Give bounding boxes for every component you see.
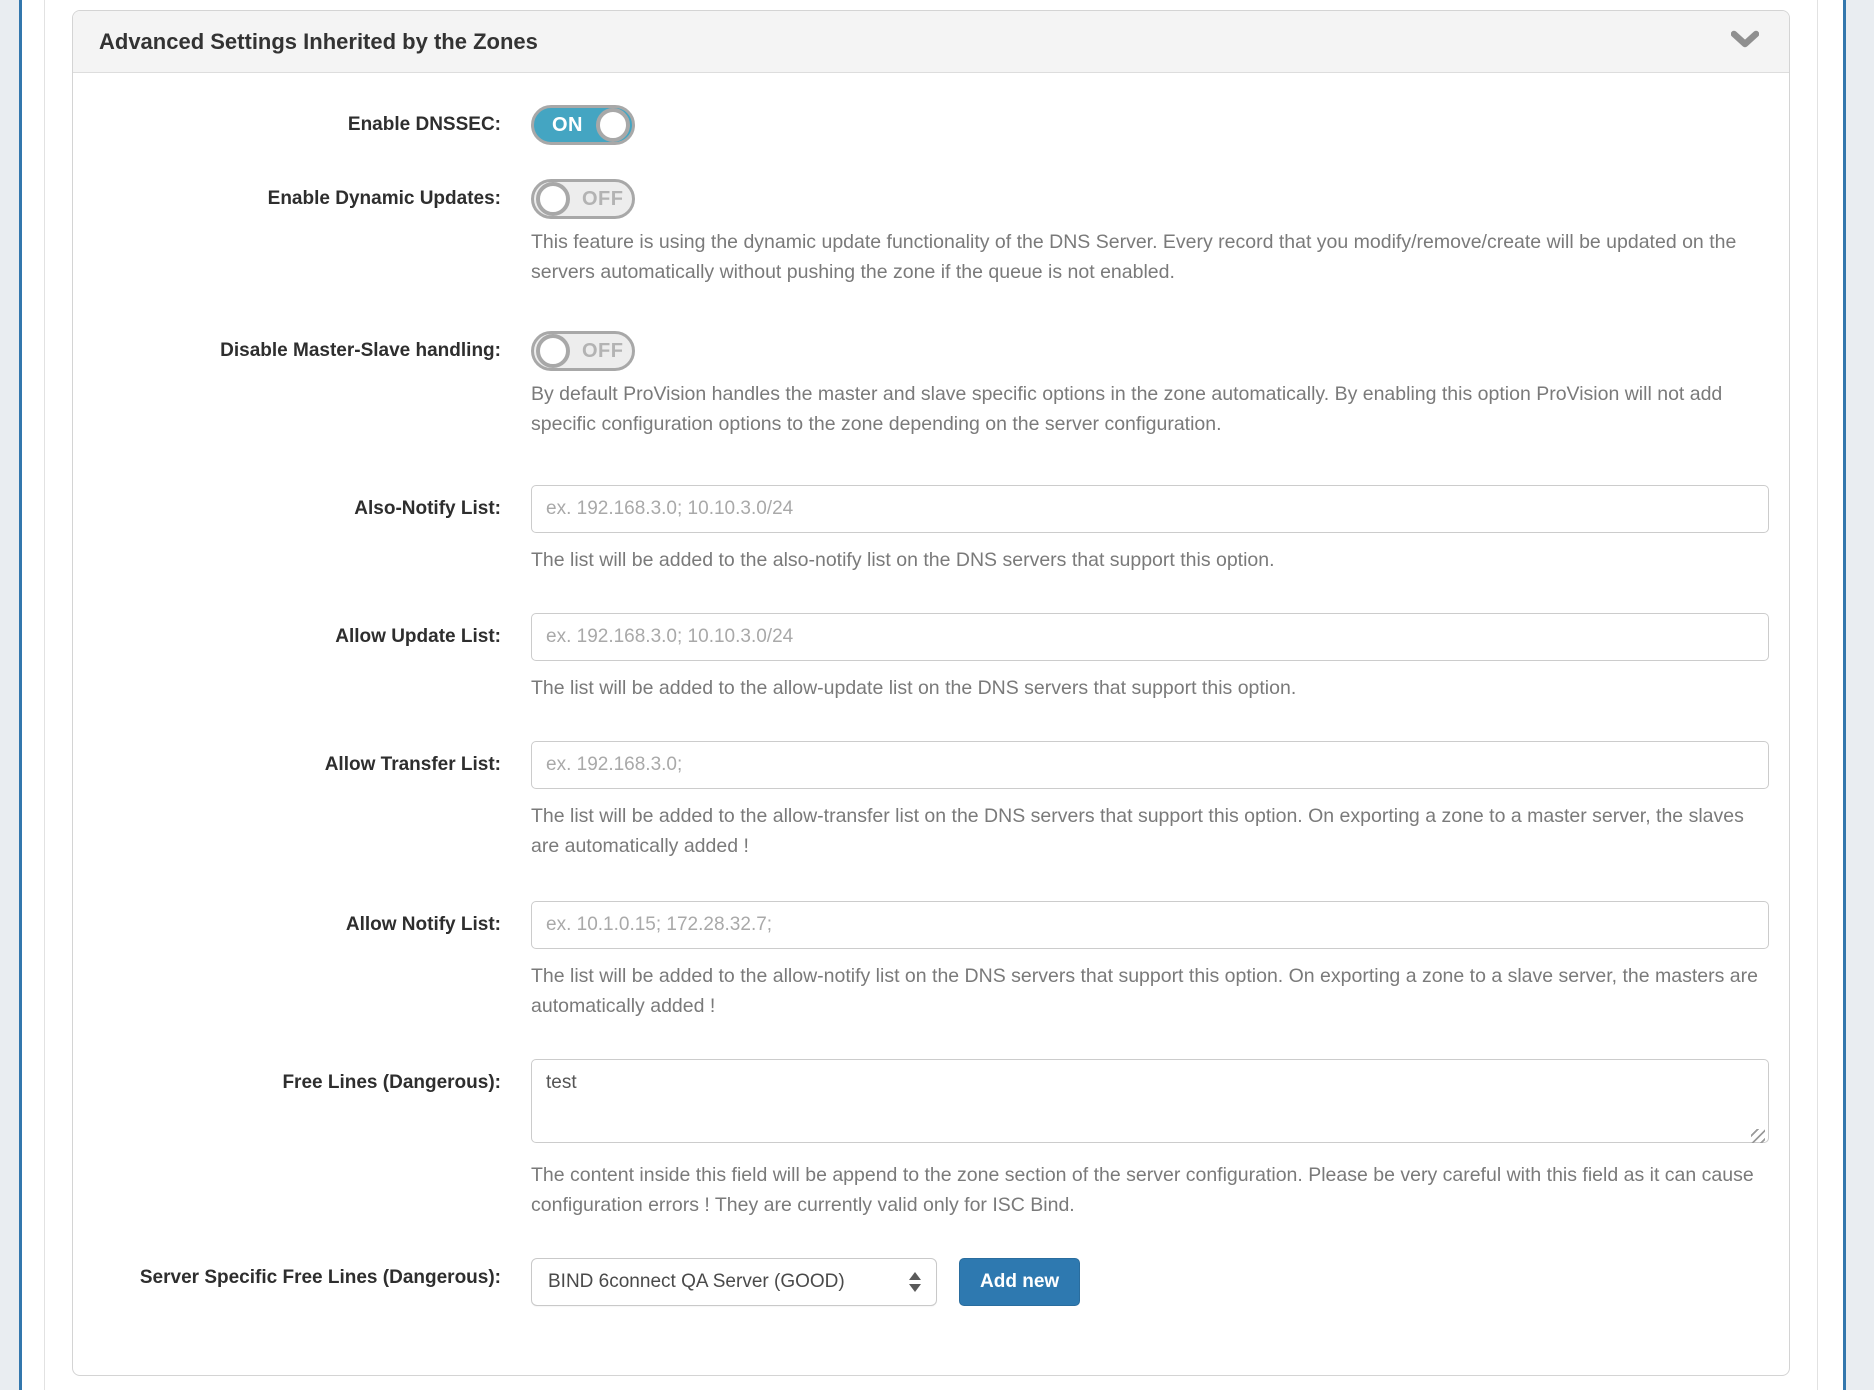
field-help-text: The list will be added to the allow-tran…: [531, 801, 1769, 861]
panel-body: Enable DNSSEC: ON Enable Dynamic Updates…: [73, 105, 1789, 1306]
field-row-allow-transfer-list: Allow Transfer List: The list will be ad…: [93, 741, 1769, 861]
field-label: Enable DNSSEC:: [93, 105, 501, 145]
field-help-text: This feature is using the dynamic update…: [531, 227, 1769, 287]
panel-header: Advanced Settings Inherited by the Zones: [73, 11, 1789, 73]
page: Advanced Settings Inherited by the Zones…: [0, 0, 1874, 1390]
field-help-text: By default ProVision handles the master …: [531, 379, 1769, 439]
field-help-text: The content inside this field will be ap…: [531, 1160, 1769, 1220]
field-row-allow-update-list: Allow Update List: The list will be adde…: [93, 613, 1769, 703]
chevron-down-icon: [1731, 30, 1759, 54]
panel-title: Advanced Settings Inherited by the Zones: [99, 29, 538, 55]
field-row-also-notify-list: Also-Notify List: The list will be added…: [93, 485, 1769, 575]
disable-master-slave-toggle[interactable]: OFF: [531, 331, 635, 371]
advanced-settings-panel: Advanced Settings Inherited by the Zones…: [72, 10, 1790, 1376]
free-lines-textarea[interactable]: test: [531, 1059, 1769, 1143]
toggle-knob: [536, 182, 570, 216]
allow-notify-list-input[interactable]: [531, 901, 1769, 949]
field-label: Free Lines (Dangerous):: [93, 1059, 501, 1220]
add-new-button[interactable]: Add new: [959, 1258, 1080, 1306]
field-help-text: The list will be added to the also-notif…: [531, 545, 1769, 575]
field-label: Disable Master-Slave handling:: [93, 331, 501, 439]
field-label: Also-Notify List:: [93, 485, 501, 575]
server-select[interactable]: BIND 6connect QA Server (GOOD): [531, 1258, 937, 1306]
field-label: Server Specific Free Lines (Dangerous):: [93, 1258, 501, 1306]
field-row-free-lines: Free Lines (Dangerous): test The content…: [93, 1059, 1769, 1220]
left-accent-rule: [19, 0, 22, 1390]
field-row-disable-master-slave: Disable Master-Slave handling: OFF By de…: [93, 331, 1769, 439]
toggle-knob: [596, 108, 630, 142]
field-row-server-specific-free-lines: Server Specific Free Lines (Dangerous): …: [93, 1258, 1769, 1306]
field-label: Enable Dynamic Updates:: [93, 179, 501, 287]
field-label: Allow Transfer List:: [93, 741, 501, 861]
enable-dnssec-toggle[interactable]: ON: [531, 105, 635, 145]
enable-dynamic-updates-toggle[interactable]: OFF: [531, 179, 635, 219]
server-select-value: BIND 6connect QA Server (GOOD): [548, 1271, 845, 1293]
allow-transfer-list-input[interactable]: [531, 741, 1769, 789]
field-help-text: The list will be added to the allow-upda…: [531, 673, 1769, 703]
allow-update-list-input[interactable]: [531, 613, 1769, 661]
field-row-allow-notify-list: Allow Notify List: The list will be adde…: [93, 901, 1769, 1021]
field-help-text: The list will be added to the allow-noti…: [531, 961, 1769, 1021]
page-background-left: [0, 0, 19, 1390]
left-divider-line: [44, 0, 45, 1390]
toggle-knob: [536, 334, 570, 368]
field-row-enable-dynamic-updates: Enable Dynamic Updates: OFF This feature…: [93, 179, 1769, 287]
right-divider-line: [1817, 0, 1818, 1390]
select-arrows-icon: [909, 1272, 921, 1292]
also-notify-list-input[interactable]: [531, 485, 1769, 533]
field-row-enable-dnssec: Enable DNSSEC: ON: [93, 105, 1769, 145]
page-background-right: [1846, 0, 1874, 1390]
field-label: Allow Update List:: [93, 613, 501, 703]
field-label: Allow Notify List:: [93, 901, 501, 1021]
resize-handle-icon[interactable]: [1751, 1129, 1765, 1143]
collapse-toggle-button[interactable]: [1727, 26, 1763, 58]
